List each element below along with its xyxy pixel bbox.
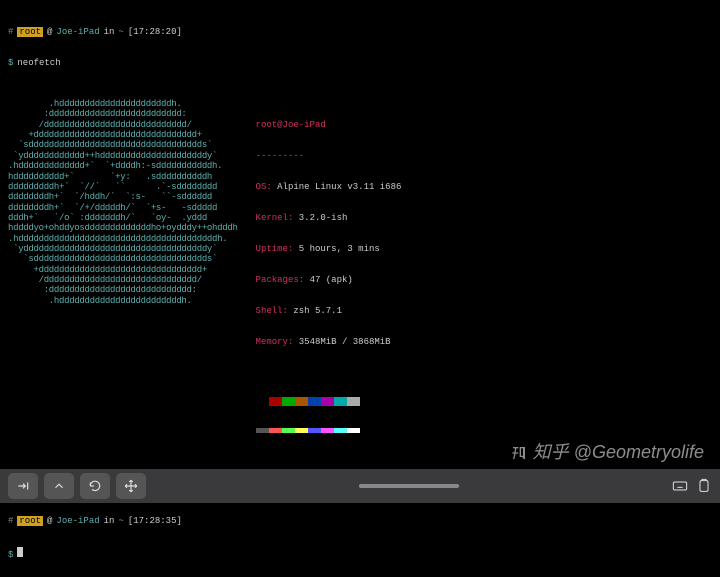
- watermark-text: 知乎 @Geometryolife: [533, 442, 704, 463]
- zhihu-icon: [511, 445, 527, 461]
- command: neofetch: [17, 58, 60, 68]
- chevron-up-icon: [52, 479, 66, 493]
- os-label: OS:: [256, 182, 272, 192]
- color-swatch: [282, 397, 295, 406]
- uptime-label: Uptime:: [256, 244, 294, 254]
- move-button[interactable]: [116, 473, 146, 499]
- color-swatch: [347, 428, 360, 433]
- reload-button[interactable]: [80, 473, 110, 499]
- info-separator: ---------: [256, 151, 305, 161]
- in-word: in: [104, 27, 115, 37]
- color-swatch: [321, 428, 334, 433]
- up-key-button[interactable]: [44, 473, 74, 499]
- hostname: Joe-iPad: [56, 27, 99, 37]
- color-swatch: [295, 428, 308, 433]
- packages-label: Packages:: [256, 275, 305, 285]
- watermark: 知乎 @Geometryolife: [511, 442, 704, 463]
- color-palette-dark: [256, 397, 402, 406]
- info-userhost: root@Joe-iPad: [256, 120, 326, 130]
- at: @: [47, 516, 52, 526]
- keyboard-icon[interactable]: [672, 478, 688, 494]
- timestamp: [17:28:20]: [128, 27, 182, 37]
- shell-value: zsh 5.7.1: [293, 306, 342, 316]
- color-swatch: [256, 397, 269, 406]
- move-icon: [124, 479, 138, 493]
- color-swatch: [308, 428, 321, 433]
- prompt-symbol: $: [8, 58, 13, 68]
- system-info: root@Joe-iPad --------- OS: Alpine Linux…: [256, 99, 402, 454]
- user-badge: root: [17, 27, 43, 37]
- kernel-label: Kernel:: [256, 213, 294, 223]
- memory-label: Memory:: [256, 337, 294, 347]
- in-word: in: [104, 516, 115, 526]
- color-swatch: [256, 428, 269, 433]
- command-line-2[interactable]: $: [8, 547, 712, 560]
- timestamp: [17:28:35]: [128, 516, 182, 526]
- keyboard-toolbar: [0, 469, 720, 503]
- shell-label: Shell:: [256, 306, 288, 316]
- prompt-line-1: # root @ Joe-iPad in ~ [17:28:20]: [8, 27, 712, 37]
- home-indicator[interactable]: [359, 484, 459, 488]
- at: @: [47, 27, 52, 37]
- hash: #: [8, 27, 13, 37]
- prompt-line-2: # root @ Joe-iPad in ~ [17:28:35]: [8, 516, 712, 526]
- cursor: [17, 547, 23, 557]
- hash: #: [8, 516, 13, 526]
- hostname: Joe-iPad: [56, 516, 99, 526]
- color-swatch: [282, 428, 295, 433]
- ascii-logo: .hddddddddddddddddddddddh. :dddddddddddd…: [8, 99, 238, 454]
- user-badge: root: [17, 516, 43, 526]
- tab-key-icon: [16, 479, 30, 493]
- uptime-value: 5 hours, 3 mins: [299, 244, 380, 254]
- color-swatch: [334, 397, 347, 406]
- color-swatch: [295, 397, 308, 406]
- os-value: Alpine Linux v3.11 i686: [277, 182, 401, 192]
- color-swatch: [321, 397, 334, 406]
- kernel-value: 3.2.0-ish: [299, 213, 348, 223]
- color-palette-light: [256, 428, 402, 433]
- cwd: ~: [118, 27, 123, 37]
- command-line-1: $ neofetch: [8, 58, 712, 68]
- memory-value: 3548MiB / 3868MiB: [299, 337, 391, 347]
- clipboard-icon[interactable]: [696, 478, 712, 494]
- color-swatch: [269, 397, 282, 406]
- cwd: ~: [118, 516, 123, 526]
- reload-icon: [88, 479, 102, 493]
- prompt-symbol: $: [8, 550, 13, 560]
- packages-value: 47 (apk): [310, 275, 353, 285]
- color-swatch: [308, 397, 321, 406]
- color-swatch: [334, 428, 347, 433]
- tab-key-button[interactable]: [8, 473, 38, 499]
- color-swatch: [269, 428, 282, 433]
- color-swatch: [347, 397, 360, 406]
